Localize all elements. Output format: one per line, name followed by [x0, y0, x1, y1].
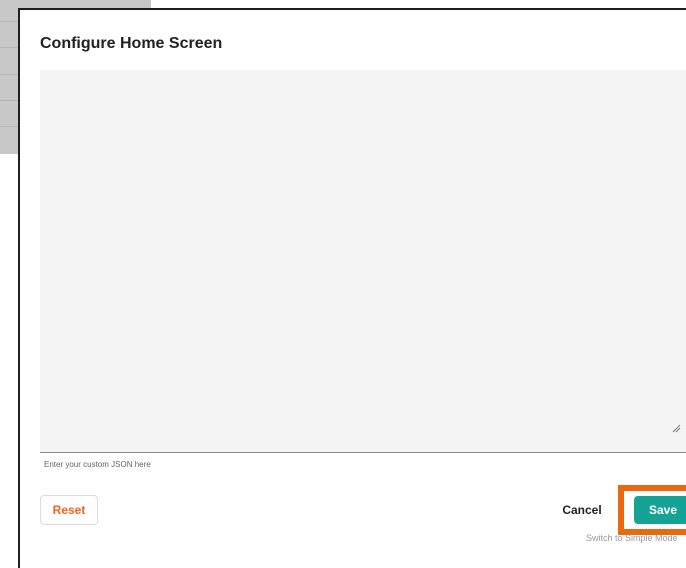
- cancel-button[interactable]: Cancel: [557, 498, 607, 522]
- switch-to-simple-mode-link[interactable]: Switch to Simple Mode: [586, 533, 678, 543]
- save-button[interactable]: Save: [634, 496, 686, 524]
- dialog-title: Configure Home Screen: [40, 35, 223, 52]
- custom-json-editor[interactable]: [40, 70, 686, 453]
- editor-helper-text: Enter your custom JSON here: [44, 460, 151, 469]
- resize-grip-icon[interactable]: [671, 420, 681, 433]
- configure-home-screen-dialog: Configure Home Screen Enter your custom …: [18, 8, 686, 568]
- reset-button[interactable]: Reset: [40, 495, 98, 525]
